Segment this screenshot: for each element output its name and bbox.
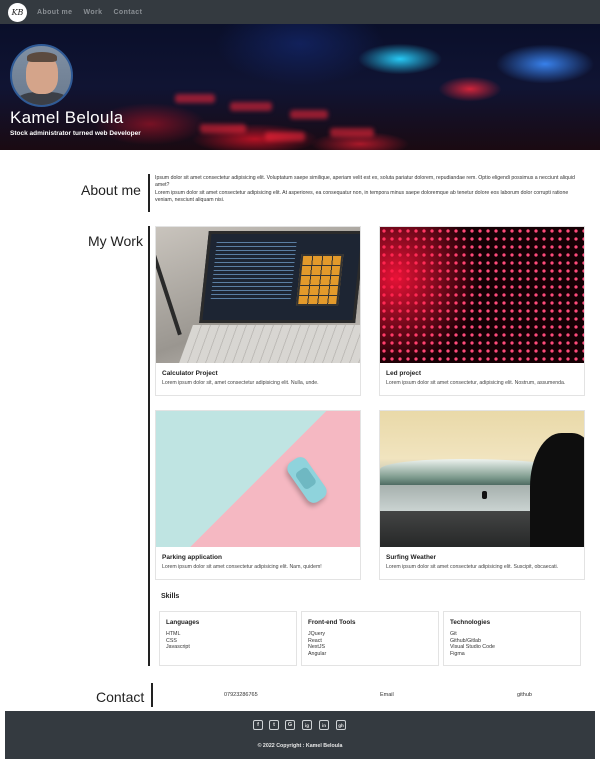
skill-item: HTML (166, 631, 181, 637)
nav-link-contact[interactable]: Contact (113, 9, 142, 16)
project-card-led[interactable]: Led project Lorem ipsum dolor sit amet c… (379, 226, 585, 396)
project-image-surfing (380, 411, 584, 547)
skill-item: Visual Studio Code (450, 644, 495, 651)
skill-item: React (308, 637, 322, 644)
hero-subtitle: Stock administrator turned web Developer (10, 130, 141, 137)
project-card-surfing[interactable]: Surfing Weather Lorem ipsum dolor sit am… (379, 410, 585, 580)
project-image-calculator (156, 227, 360, 363)
google-icon[interactable]: G (285, 720, 295, 730)
linkedin-icon[interactable]: in (319, 720, 329, 730)
project-description: Lorem ipsum dolor sit amet consectetur a… (386, 564, 559, 570)
facebook-icon[interactable]: f (253, 720, 263, 730)
project-image-parking (156, 411, 360, 547)
contact-github-link[interactable]: github (517, 692, 532, 698)
contact-title: Contact (96, 689, 145, 705)
project-description: Lorem ipsum dolor sit, amet consectetur … (162, 380, 319, 386)
skill-item: Git (450, 631, 457, 637)
skill-group-technologies: Technologies Git Github/Gitlab Visual St… (443, 611, 581, 666)
logo[interactable]: KB (8, 2, 27, 22)
skill-item: Github/Gitlab (450, 637, 481, 644)
nav-link-about[interactable]: About me (37, 9, 72, 16)
about-text: Ipsum dolor sit amet consectetur adipisi… (155, 175, 585, 204)
contact-email-link[interactable]: Email (380, 692, 394, 698)
instagram-icon[interactable]: ig (302, 720, 312, 730)
hero-decoration (290, 110, 328, 119)
skill-item: Javascript (166, 644, 190, 651)
skill-item: CSS (166, 637, 177, 644)
project-description: Lorem ipsum dolor sit amet consectetur a… (162, 564, 322, 570)
skill-group-frontend: Front-end Tools JQuery React NextJS Angu… (301, 611, 439, 666)
about-paragraph-2: Lorem ipsum dolor sit amet consectetur a… (155, 189, 569, 203)
project-title: Parking application (162, 554, 222, 561)
project-card-calculator[interactable]: Calculator Project Lorem ipsum dolor sit… (155, 226, 361, 396)
nav-link-work[interactable]: Work (83, 9, 102, 16)
skill-item: JQuery (308, 631, 326, 637)
contact-phone[interactable]: 07923286765 (224, 692, 258, 698)
skill-item: Figma (450, 650, 465, 657)
hero-name: Kamel Beloula (10, 108, 124, 127)
hero-decoration (230, 102, 272, 111)
skills-title: Skills (161, 593, 180, 600)
avatar (10, 44, 73, 107)
project-image-led (380, 227, 584, 363)
navbar: KB About me Work Contact (0, 0, 600, 24)
skill-group-heading: Languages (166, 619, 200, 626)
hero-decoration (200, 124, 246, 133)
project-card-parking[interactable]: Parking application Lorem ipsum dolor si… (155, 410, 361, 580)
skill-group-languages: Languages HTML CSS Javascript (159, 611, 297, 666)
about-divider (148, 174, 150, 212)
hero-decoration (175, 94, 215, 103)
project-title: Calculator Project (162, 370, 218, 377)
project-title: Led project (386, 370, 422, 377)
github-icon[interactable]: gh (336, 720, 346, 730)
hero-decoration (265, 132, 305, 141)
work-title: My Work (88, 233, 143, 249)
work-divider (148, 226, 150, 666)
about-title: About me (81, 182, 141, 198)
footer: f t G ig in gh © 2022 Copyright : Kamel … (5, 711, 595, 759)
skill-item: Angular (308, 650, 327, 657)
skill-group-heading: Front-end Tools (308, 619, 356, 626)
contact-divider (151, 683, 153, 707)
about-paragraph-1: Ipsum dolor sit amet consectetur adipisi… (155, 175, 575, 189)
project-description: Lorem ipsum dolor sit amet consectetur, … (386, 380, 566, 386)
copyright-text: © 2022 Copyright : Kamel Beloula (257, 743, 343, 749)
skill-item: NextJS (308, 644, 326, 651)
skill-group-heading: Technologies (450, 619, 491, 626)
hero-decoration (330, 128, 374, 137)
twitter-icon[interactable]: t (269, 720, 279, 730)
project-title: Surfing Weather (386, 554, 437, 561)
